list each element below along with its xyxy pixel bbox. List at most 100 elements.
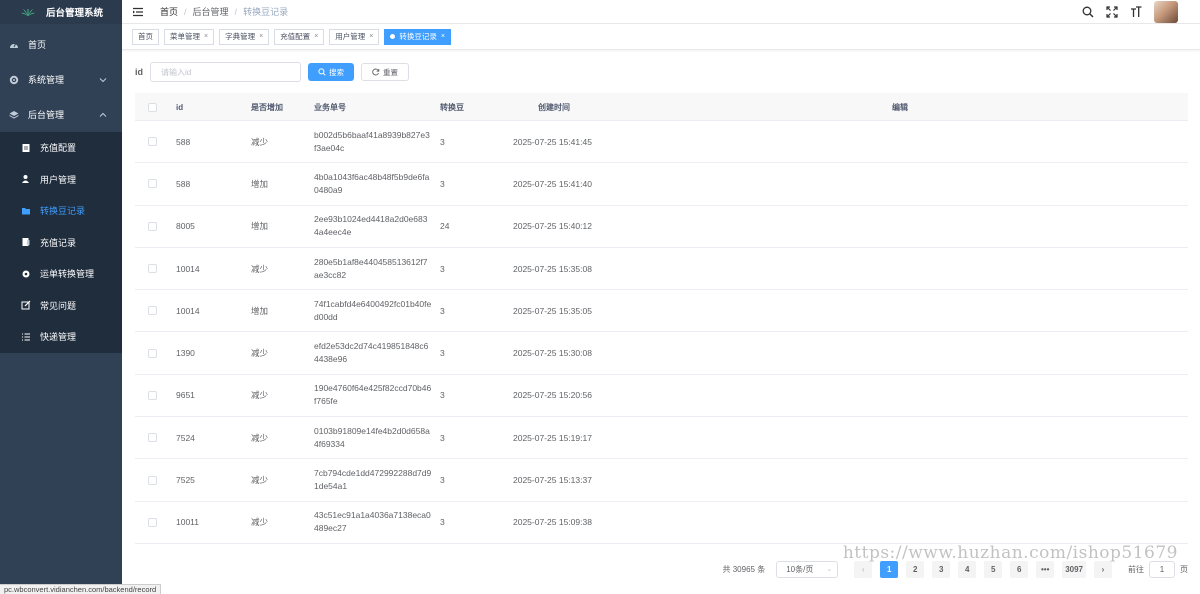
column-header-created-time: 创建时间	[538, 102, 570, 112]
next-page-button[interactable]: ›	[1094, 560, 1112, 578]
sidebar-item-express[interactable]: 快递管理	[0, 321, 122, 353]
sidebar-item-recharge-record[interactable]: 充值记录	[0, 227, 122, 259]
close-icon[interactable]: ×	[259, 30, 263, 44]
sidebar-item-user-manage[interactable]: 用户管理	[0, 164, 122, 196]
more-pages-button[interactable]: •••	[1036, 560, 1055, 578]
app-title: 后台管理系统	[46, 8, 104, 19]
sidebar-item-label: 转换豆记录	[40, 206, 86, 217]
app-logo[interactable]: 后台管理系统	[0, 0, 122, 24]
top-navbar: 首页 / 后台管理 / 转换豆记录	[122, 0, 1200, 24]
row-checkbox[interactable]	[148, 121, 157, 162]
sidebar-item-home[interactable]: 首页	[0, 27, 122, 62]
row-checkbox[interactable]	[148, 290, 157, 331]
page-size-value: 10条/页	[786, 564, 814, 574]
id-search-input[interactable]: 请输入id	[150, 62, 301, 82]
table-row[interactable]: 9651 减少 190e4760f64e425f82ccd70b46f765fe 3 2…	[135, 375, 1188, 418]
avatar[interactable]	[1154, 1, 1178, 23]
folder-icon	[20, 205, 32, 217]
font-size-icon[interactable]	[1130, 6, 1142, 18]
close-icon[interactable]: ×	[314, 30, 318, 44]
page-button[interactable]: 3	[932, 560, 951, 578]
row-checkbox[interactable]	[148, 163, 157, 204]
row-checkbox[interactable]	[148, 502, 157, 543]
chevron-down-icon	[99, 77, 107, 82]
cell-id: 10014	[176, 263, 200, 274]
cell-created-time: 2025-07-25 15:09:38	[513, 517, 592, 528]
prev-page-button[interactable]: ‹	[854, 560, 873, 578]
page-button[interactable]: 6	[1010, 560, 1029, 578]
hamburger-icon[interactable]	[132, 6, 144, 18]
breadcrumb-item[interactable]: 后台管理	[193, 5, 229, 18]
sidebar-item-label: 首页	[28, 40, 47, 50]
cell-increase: 减少	[251, 390, 269, 401]
search-button[interactable]: 搜索	[308, 63, 354, 81]
cell-id: 8005	[176, 221, 195, 232]
page-button[interactable]: 1	[880, 560, 899, 578]
row-checkbox[interactable]	[148, 248, 157, 289]
cell-beans: 24	[440, 221, 450, 232]
row-checkbox[interactable]	[148, 332, 157, 373]
sidebar: 后台管理系统 首页 系统管理 后台管理 充值配置 用户管理 转换豆记录 充值记录…	[0, 0, 162, 594]
close-icon[interactable]: ×	[369, 30, 373, 44]
tag-label: 字典管理	[225, 31, 256, 41]
gear-icon	[8, 74, 20, 86]
sidebar-item-backend[interactable]: 后台管理	[0, 97, 122, 132]
sidebar-item-bean-record[interactable]: 转换豆记录	[0, 195, 122, 227]
jump-page-input[interactable]: 1	[1149, 560, 1175, 578]
column-header-increase: 是否增加	[251, 102, 283, 112]
table-row[interactable]: 588 减少 b002d5b6baaf41a8939b827e3f3ae04c 3 20…	[135, 121, 1188, 164]
cell-business-no: 7cb794cde1dd472992288d7d91de54a1	[314, 468, 432, 492]
sidebar-item-system[interactable]: 系统管理	[0, 62, 122, 97]
table-row[interactable]: 1390 减少 efd2e53dc2d74c419851848c64438e96 3 2…	[135, 332, 1188, 375]
page-button-last[interactable]: 3097	[1062, 560, 1086, 578]
tag-label: 转换豆记录	[399, 31, 437, 41]
sidebar-item-faq[interactable]: 常见问题	[0, 290, 122, 322]
cell-business-no: 74f1cabfd4e6400492fc01b40fed00dd	[314, 298, 432, 322]
search-icon	[318, 68, 326, 76]
cell-beans: 3	[440, 432, 445, 443]
breadcrumb-item[interactable]: 首页	[160, 5, 178, 18]
reset-button[interactable]: 重置	[361, 63, 409, 81]
chevron-down-icon: ⌄	[826, 565, 833, 573]
page-button[interactable]: 4	[958, 560, 977, 578]
table-row[interactable]: 10011 减少 43c51ec91a1a4036a7138eca0489ec27 3…	[135, 502, 1188, 544]
table-row[interactable]: 10014 增加 74f1cabfd4e6400492fc01b40fed00dd 3…	[135, 290, 1188, 333]
tag-recharge-config[interactable]: 充值配置 ×	[274, 28, 325, 45]
page-button[interactable]: 2	[906, 560, 925, 578]
search-icon[interactable]	[1082, 6, 1094, 18]
table-row[interactable]: 7525 减少 7cb794cde1dd472992288d7d91de54a1 3 2…	[135, 459, 1188, 502]
dashboard-icon	[8, 39, 20, 51]
row-checkbox[interactable]	[148, 459, 157, 500]
page-button[interactable]: 5	[984, 560, 1003, 578]
tag-user-manage[interactable]: 用户管理 ×	[329, 28, 380, 45]
cell-beans: 3	[440, 517, 445, 528]
cell-id: 10011	[176, 517, 200, 528]
table-row[interactable]: 8005 增加 2ee93b1024ed4418a2d0e6834a4eec4e 24…	[135, 206, 1188, 248]
refresh-icon	[372, 68, 380, 76]
close-icon[interactable]: ×	[204, 30, 208, 44]
tag-dict-manage[interactable]: 字典管理 ×	[219, 28, 270, 45]
tag-label: 首页	[138, 31, 153, 41]
tag-menu-manage[interactable]: 菜单管理 ×	[164, 28, 215, 45]
cell-business-no: 4b0a1043f6ac48b48f5b9de6fa0480a9	[314, 171, 430, 195]
status-bar-url: pc.wbconvert.vidianchen.com/backend/reco…	[0, 584, 162, 594]
select-all-checkbox[interactable]	[148, 93, 157, 121]
column-header-beans: 转换豆	[440, 102, 464, 112]
table-row[interactable]: 588 增加 4b0a1043f6ac48b48f5b9de6fa0480a9 3 20…	[135, 163, 1188, 206]
page-size-select[interactable]: 10条/页 ⌄	[776, 560, 839, 578]
sidebar-item-waybill-convert[interactable]: 运单转换管理	[0, 258, 122, 290]
tag-bean-record[interactable]: 转换豆记录 ×	[384, 28, 451, 45]
breadcrumb: 首页 / 后台管理 / 转换豆记录	[160, 5, 288, 18]
close-icon[interactable]: ×	[441, 30, 445, 44]
row-checkbox[interactable]	[148, 375, 157, 416]
table-row[interactable]: 10014 减少 280e5b1af8e440458513612f7ae3cc82 3…	[135, 248, 1188, 291]
table-row[interactable]: 7524 减少 0103b91809e14fe4b2d0d658a4f69334 3 2…	[135, 417, 1188, 460]
breadcrumb-item: 转换豆记录	[243, 7, 289, 17]
active-dot	[390, 34, 396, 39]
chevron-up-icon	[99, 112, 107, 117]
row-checkbox[interactable]	[148, 206, 157, 247]
sidebar-item-recharge-config[interactable]: 充值配置	[0, 132, 122, 164]
fullscreen-icon[interactable]	[1106, 6, 1118, 18]
row-checkbox[interactable]	[148, 417, 157, 458]
tag-home[interactable]: 首页	[132, 28, 159, 45]
